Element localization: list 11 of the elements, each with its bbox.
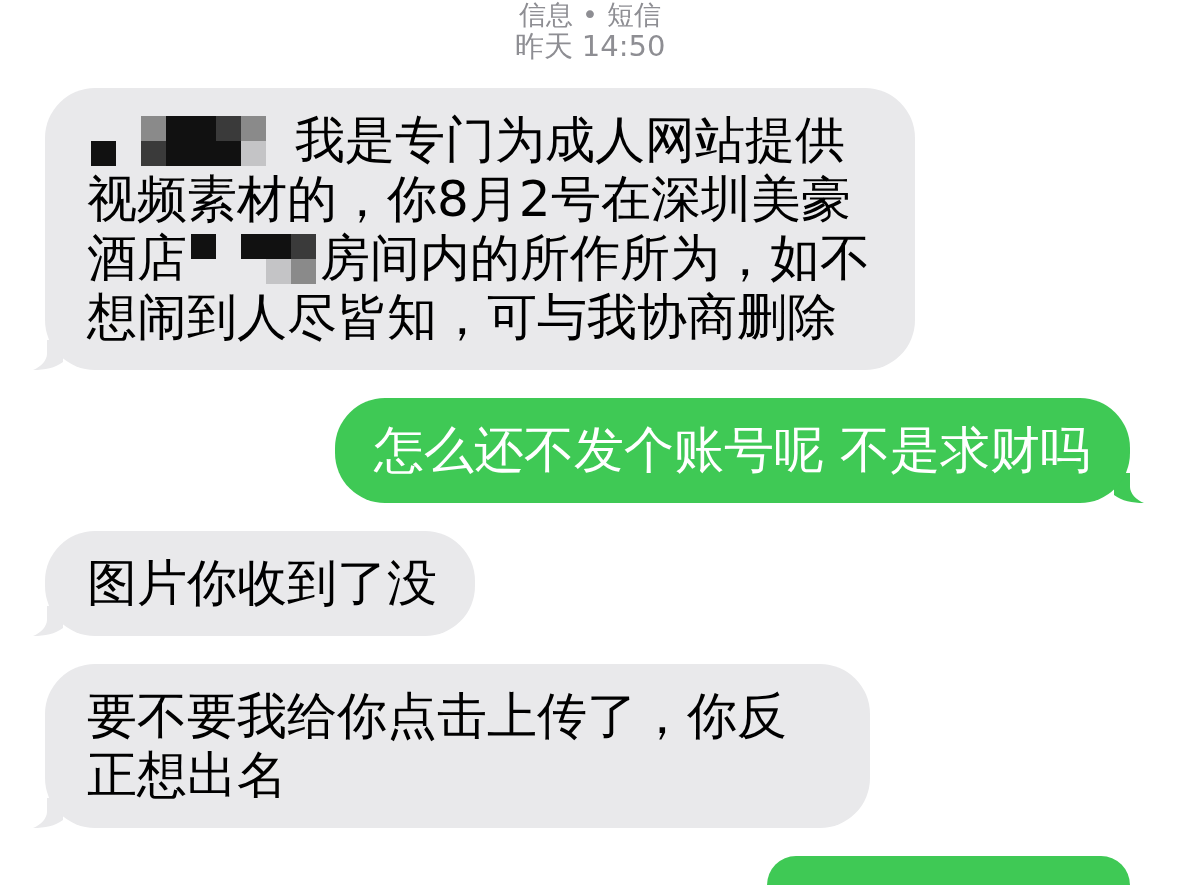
message-text: 图片你收到了没 bbox=[87, 554, 437, 612]
message-text: 要不要我给你点击上传了，你反正想出名 bbox=[87, 687, 787, 804]
message-text: 怎么还不发个账号呢 不是求财吗 bbox=[374, 421, 1090, 479]
message-timestamp: 昨天 14:50 bbox=[514, 30, 666, 62]
message-text: 房间内的所作所为，如不 bbox=[320, 229, 870, 288]
conversation-label: 信息 • 短信 bbox=[519, 0, 661, 30]
message-text: 酒店 bbox=[87, 229, 187, 288]
message-text: 我是专门为成人网站提供 bbox=[295, 111, 845, 170]
message-text: 想闹到人尽皆知，可与我协商删除 bbox=[87, 288, 837, 347]
pixelated-redaction-icon bbox=[191, 233, 316, 284]
message-text: 视频素材的，你8月2号在深圳美豪 bbox=[87, 170, 851, 229]
